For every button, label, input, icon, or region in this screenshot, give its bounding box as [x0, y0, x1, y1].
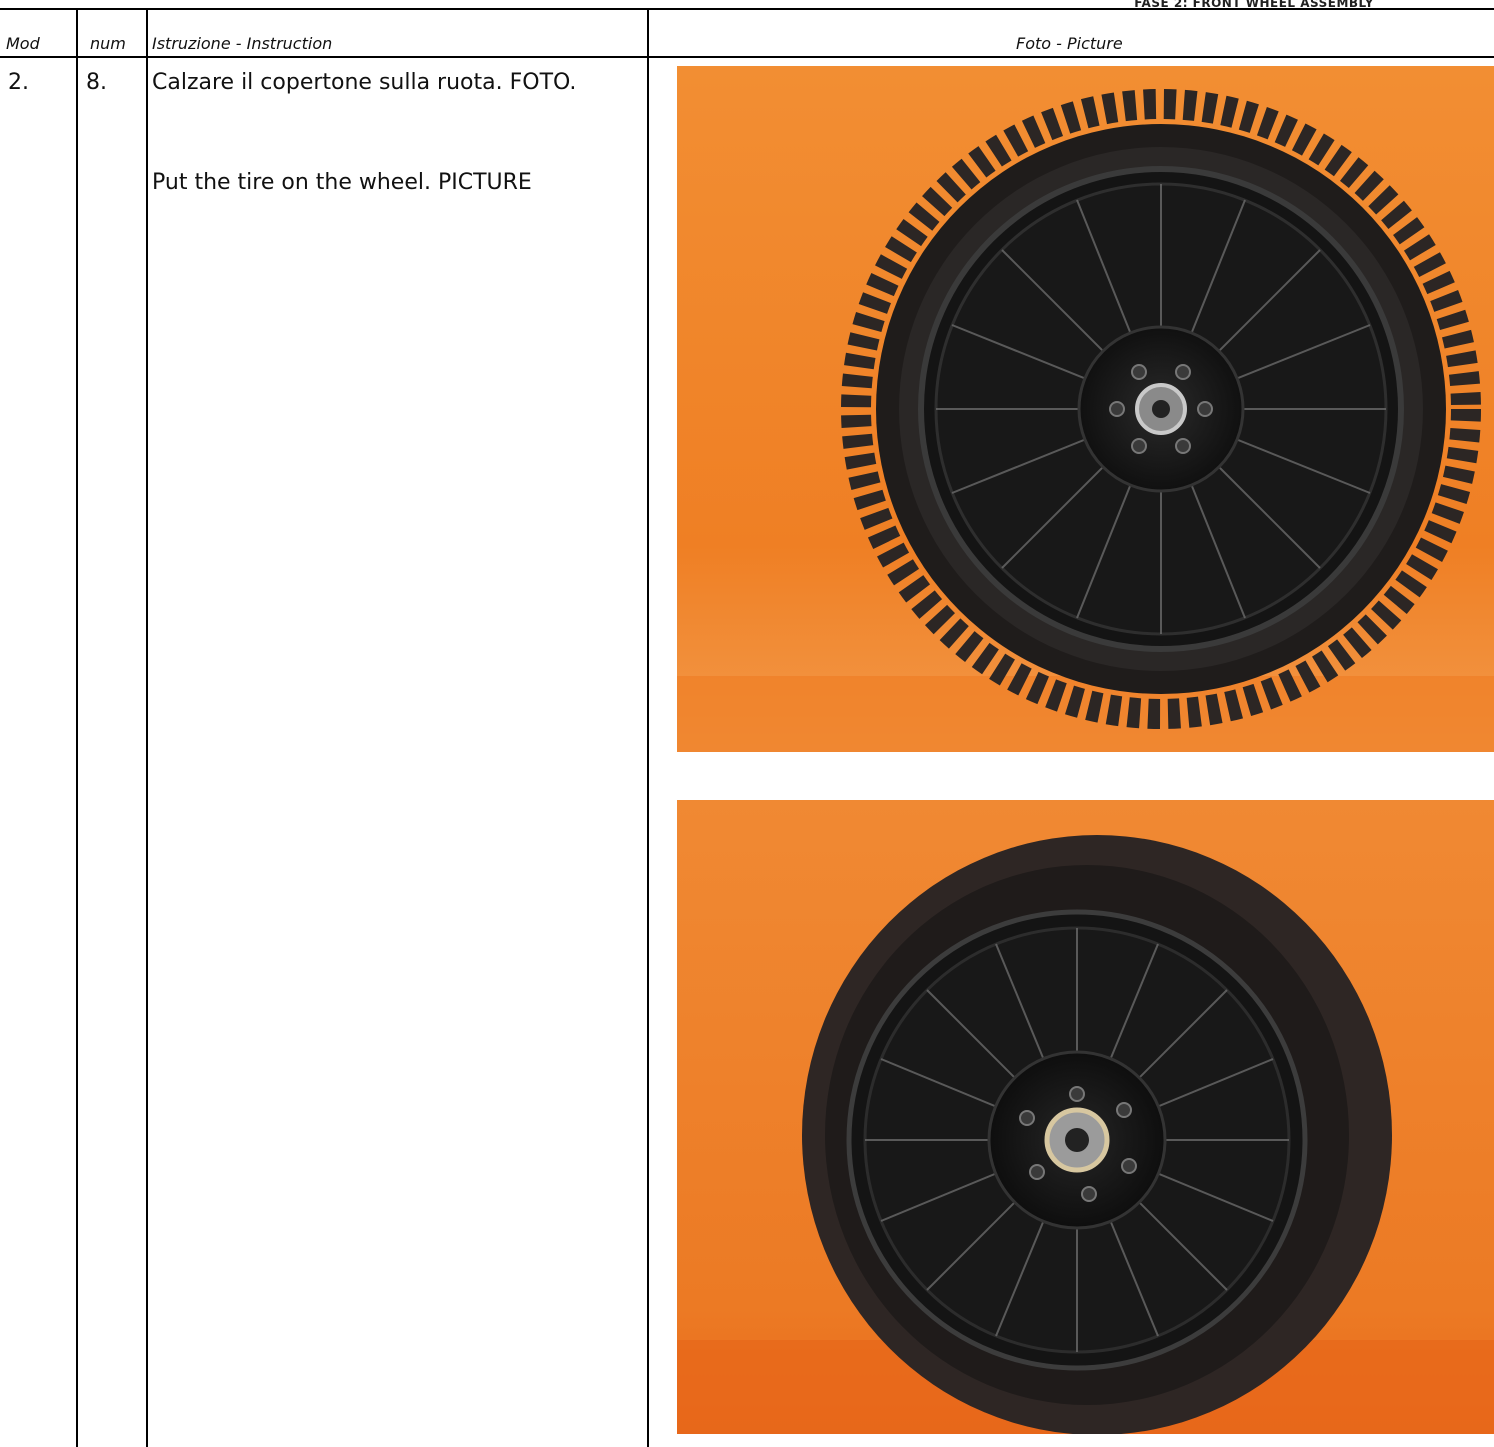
cell-instruction-italian: Calzare il copertone sulla ruota. FOTO. — [152, 70, 577, 95]
header-num: num — [90, 34, 126, 53]
column-divider-mod — [76, 8, 78, 1447]
wheel-with-slick-tire-photo — [677, 800, 1494, 1434]
header-instruction: Istruzione - Instruction — [152, 34, 333, 53]
cell-num: 8. — [86, 70, 107, 95]
table-header-divider — [0, 56, 1494, 58]
header-mod: Mod — [6, 34, 40, 53]
cell-instruction-english: Put the tire on the wheel. PICTURE — [152, 170, 532, 195]
table-top-border — [0, 8, 1494, 10]
wheel-with-knobby-tire-photo — [677, 66, 1494, 752]
column-divider-instruction — [647, 8, 649, 1447]
column-divider-num — [146, 8, 148, 1447]
cell-mod: 2. — [8, 70, 29, 95]
header-picture: Foto - Picture — [1016, 34, 1123, 53]
